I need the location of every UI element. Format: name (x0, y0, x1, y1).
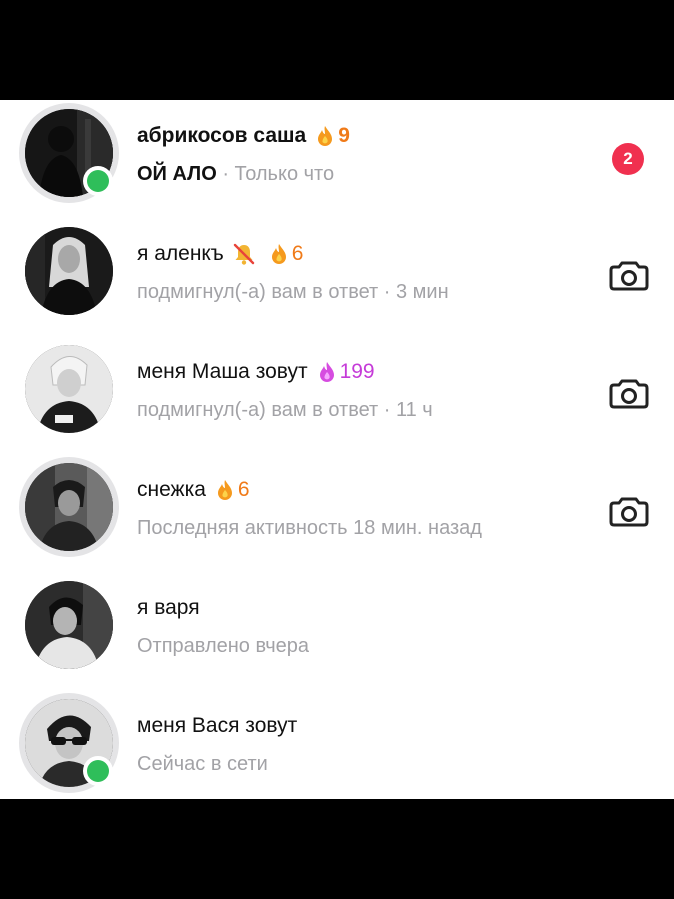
streak-count: 6 (291, 242, 304, 265)
avatar-container[interactable] (19, 103, 119, 203)
chat-text: абрикосов саша 9 ОЙ АЛО · Только что (137, 121, 567, 187)
camera-icon[interactable] (608, 255, 650, 297)
chat-text: меня Вася зовут Сейчас в сети (137, 711, 567, 777)
camera-icon[interactable] (608, 491, 650, 533)
chat-status: Сейчас в сети (137, 753, 268, 775)
chat-name-line: абрикосов саша 9 (137, 121, 567, 151)
chat-name-line: снежка 6 (137, 475, 567, 505)
mute-bell-icon (233, 243, 254, 265)
chat-row[interactable]: я варя Отправлено вчера (0, 575, 674, 693)
chat-name: я варя (137, 596, 200, 619)
chat-status: подмигнул(-а) вам в ответ · 11 ч (137, 399, 433, 421)
streak-count: 199 (339, 360, 375, 383)
streak-count: 9 (338, 124, 350, 147)
chat-name: меня Вася зовут (137, 714, 298, 737)
chat-name: я аленкъ (137, 242, 224, 265)
chat-name-line: меня Маша зовут 199 (137, 357, 567, 387)
chat-name: меня Маша зовут (137, 360, 308, 383)
chat-row[interactable]: я аленкъ 6 подмигнул(-а) вам в ответ · 3… (0, 221, 674, 339)
unread-badge: 2 (612, 143, 644, 175)
flame-icon (217, 480, 232, 500)
camera-icon[interactable] (608, 373, 650, 415)
chat-row[interactable]: меня Маша зовут 199 подмигнул(-а) вам в … (0, 339, 674, 457)
flame-icon (319, 362, 334, 382)
chat-status: · Только что (216, 163, 335, 185)
avatar-container[interactable] (19, 575, 119, 675)
chat-row[interactable]: меня Вася зовут Сейчас в сети (0, 693, 674, 799)
chat-row[interactable]: абрикосов саша 9 ОЙ АЛО · Только что 2 (0, 103, 674, 221)
avatar-container[interactable] (19, 221, 119, 321)
chat-text: снежка 6 Последняя активность 18 мин. на… (137, 475, 567, 541)
avatar (25, 345, 113, 433)
chat-text: я аленкъ 6 подмигнул(-а) вам в ответ · 3… (137, 239, 567, 305)
streak-count: 6 (237, 478, 250, 501)
chat-name-line: меня Вася зовут (137, 711, 567, 741)
avatar (25, 463, 113, 551)
screen: абрикосов саша 9 ОЙ АЛО · Только что 2 я… (0, 0, 674, 899)
online-indicator (83, 166, 113, 196)
chat-list: абрикосов саша 9 ОЙ АЛО · Только что 2 я… (0, 100, 674, 799)
chat-name-line: я варя (137, 593, 567, 623)
chat-text: я варя Отправлено вчера (137, 593, 567, 659)
chat-name-line: я аленкъ 6 (137, 239, 567, 269)
chat-row[interactable]: снежка 6 Последняя активность 18 мин. на… (0, 457, 674, 575)
chat-text: меня Маша зовут 199 подмигнул(-а) вам в … (137, 357, 567, 423)
chat-status: Последняя активность 18 мин. назад (137, 517, 482, 539)
chat-name: абрикосов саша (137, 124, 307, 147)
online-indicator (83, 756, 113, 786)
chat-name: снежка (137, 478, 206, 501)
avatar (25, 227, 113, 315)
flame-icon (318, 126, 333, 146)
avatar-container[interactable] (19, 339, 119, 439)
avatar-container[interactable] (19, 457, 119, 557)
chat-status: Отправлено вчера (137, 635, 309, 657)
last-message: ОЙ АЛО (137, 163, 217, 185)
flame-icon (271, 244, 286, 264)
avatar-container[interactable] (19, 693, 119, 793)
chat-preview: ОЙ АЛО · Только что (137, 161, 567, 187)
avatar (25, 581, 113, 669)
chat-status: подмигнул(-а) вам в ответ · 3 мин (137, 281, 449, 303)
